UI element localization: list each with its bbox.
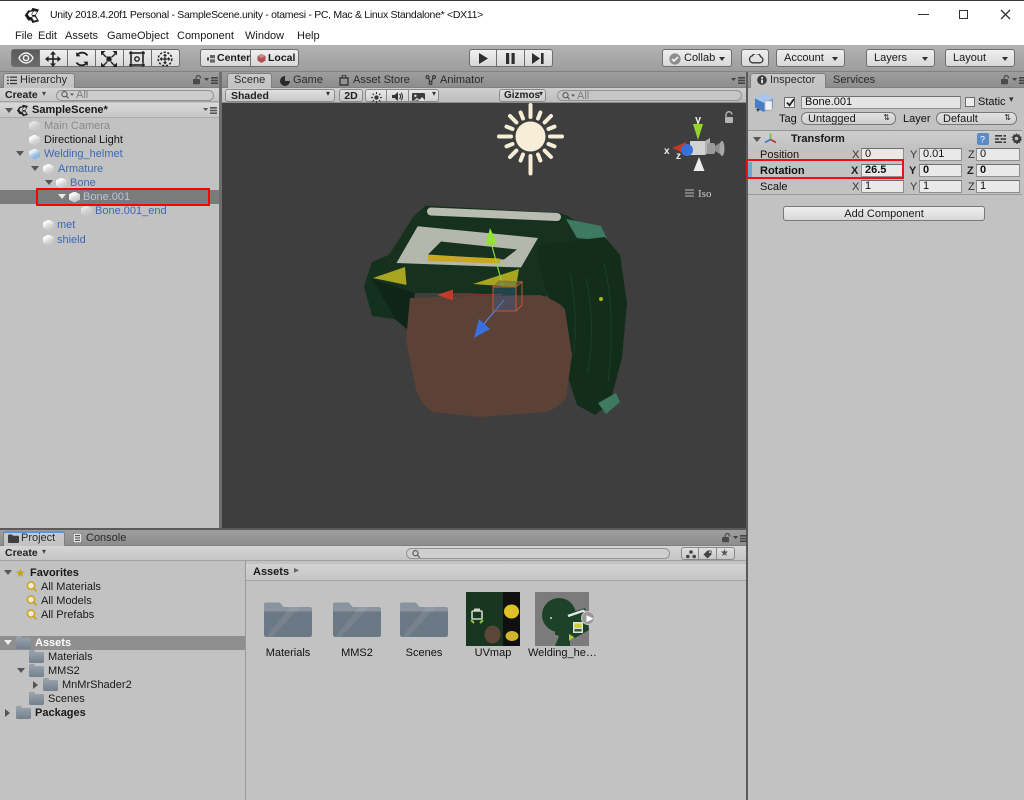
svg-text:z: z xyxy=(676,151,681,162)
svg-text:?: ? xyxy=(980,135,985,145)
svg-text:x: x xyxy=(664,146,670,157)
svg-text:Iso: Iso xyxy=(698,188,712,200)
